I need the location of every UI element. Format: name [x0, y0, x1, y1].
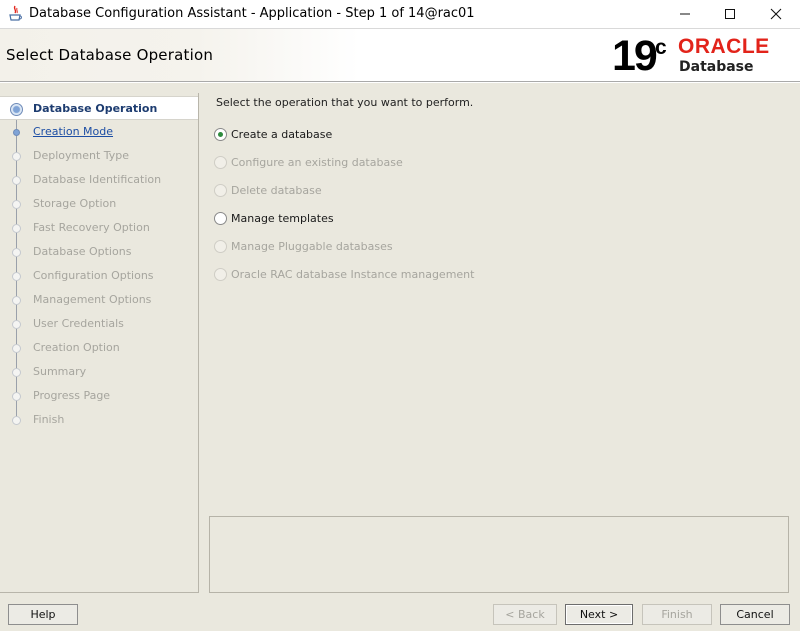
step-pending-icon	[12, 200, 21, 209]
logo-product: Database	[679, 59, 754, 75]
option-label: Manage Pluggable databases	[231, 240, 393, 253]
steps-panel: Database Operation Creation Mode Deploym…	[0, 93, 199, 593]
step-summary: Summary	[0, 360, 198, 384]
step-user-credentials: User Credentials	[0, 312, 198, 336]
step-pending-icon	[12, 152, 21, 161]
window-title: Database Configuration Assistant - Appli…	[29, 6, 475, 21]
step-label[interactable]: Creation Mode	[33, 125, 113, 138]
step-label: Database Operation	[33, 102, 158, 115]
option-manage-pluggable-databases: Manage Pluggable databases	[214, 238, 614, 256]
option-label[interactable]: Manage templates	[231, 212, 334, 225]
minimize-icon	[680, 13, 690, 15]
maximize-button[interactable]	[707, 0, 753, 28]
step-label: Storage Option	[33, 197, 117, 210]
radio-button-selected[interactable]	[214, 128, 227, 141]
header-banner: Select Database Operation 19 c ORACLE Da…	[0, 28, 800, 82]
radio-button	[214, 156, 227, 169]
step-pending-icon	[12, 296, 21, 305]
minimize-button[interactable]	[662, 0, 708, 28]
option-configure-existing-database: Configure an existing database	[214, 154, 614, 172]
option-create-database[interactable]: Create a database	[214, 126, 614, 144]
step-creation-mode[interactable]: Creation Mode	[0, 120, 198, 144]
step-label: Deployment Type	[33, 149, 130, 162]
logo-brand: ORACLE	[678, 35, 770, 58]
step-label: User Credentials	[33, 317, 124, 330]
radio-button	[214, 268, 227, 281]
logo-version-sup: c	[655, 36, 667, 59]
step-finish: Finish	[0, 408, 198, 432]
window-title-bar[interactable]: Database Configuration Assistant - Appli…	[0, 0, 800, 28]
step-pending-icon	[12, 392, 21, 401]
option-label: Oracle RAC database Instance management	[231, 268, 475, 281]
close-icon	[770, 8, 782, 20]
step-label: Summary	[33, 365, 87, 378]
maximize-icon	[725, 9, 735, 19]
next-button[interactable]: Next >	[565, 604, 633, 625]
step-link-icon	[13, 129, 20, 136]
step-progress-page: Progress Page	[0, 384, 198, 408]
option-manage-templates[interactable]: Manage templates	[214, 210, 614, 228]
step-fast-recovery-option: Fast Recovery Option	[0, 216, 198, 240]
option-delete-database: Delete database	[214, 182, 614, 200]
message-area	[209, 516, 789, 593]
finish-button: Finish	[642, 604, 712, 625]
step-configuration-options: Configuration Options	[0, 264, 198, 288]
option-rac-instance-management: Oracle RAC database Instance management	[214, 266, 614, 284]
step-pending-icon	[12, 320, 21, 329]
step-pending-icon	[12, 368, 21, 377]
option-label: Delete database	[231, 184, 322, 197]
step-pending-icon	[12, 176, 21, 185]
step-label: Database Options	[33, 245, 132, 258]
step-pending-icon	[12, 248, 21, 257]
radio-button	[214, 184, 227, 197]
step-label: Finish	[33, 413, 65, 426]
logo-version: 19	[612, 32, 658, 80]
step-creation-option: Creation Option	[0, 336, 198, 360]
step-management-options: Management Options	[0, 288, 198, 312]
step-deployment-type: Deployment Type	[0, 144, 198, 168]
wizard-body: Database Operation Creation Mode Deploym…	[0, 83, 800, 631]
radio-button[interactable]	[214, 212, 227, 225]
step-database-options: Database Options	[0, 240, 198, 264]
help-button[interactable]: Help	[8, 604, 78, 625]
step-pending-icon	[12, 344, 21, 353]
step-pending-icon	[12, 224, 21, 233]
operation-prompt: Select the operation that you want to pe…	[216, 96, 474, 109]
step-label: Management Options	[33, 293, 152, 306]
step-current-icon	[10, 103, 23, 116]
radio-button	[214, 240, 227, 253]
step-storage-option: Storage Option	[0, 192, 198, 216]
step-pending-icon	[12, 416, 21, 425]
java-app-icon	[7, 5, 23, 22]
cancel-button[interactable]: Cancel	[720, 604, 790, 625]
step-label: Progress Page	[33, 389, 111, 402]
step-label: Database Identification	[33, 173, 162, 186]
option-label: Configure an existing database	[231, 156, 403, 169]
page-title: Select Database Operation	[6, 46, 214, 64]
close-button[interactable]	[753, 0, 799, 28]
option-label[interactable]: Create a database	[231, 128, 332, 141]
step-database-operation: Database Operation	[0, 96, 198, 120]
step-pending-icon	[12, 272, 21, 281]
step-database-identification: Database Identification	[0, 168, 198, 192]
step-label: Creation Option	[33, 341, 120, 354]
step-label: Fast Recovery Option	[33, 221, 150, 234]
back-button: < Back	[493, 604, 557, 625]
step-label: Configuration Options	[33, 269, 154, 282]
